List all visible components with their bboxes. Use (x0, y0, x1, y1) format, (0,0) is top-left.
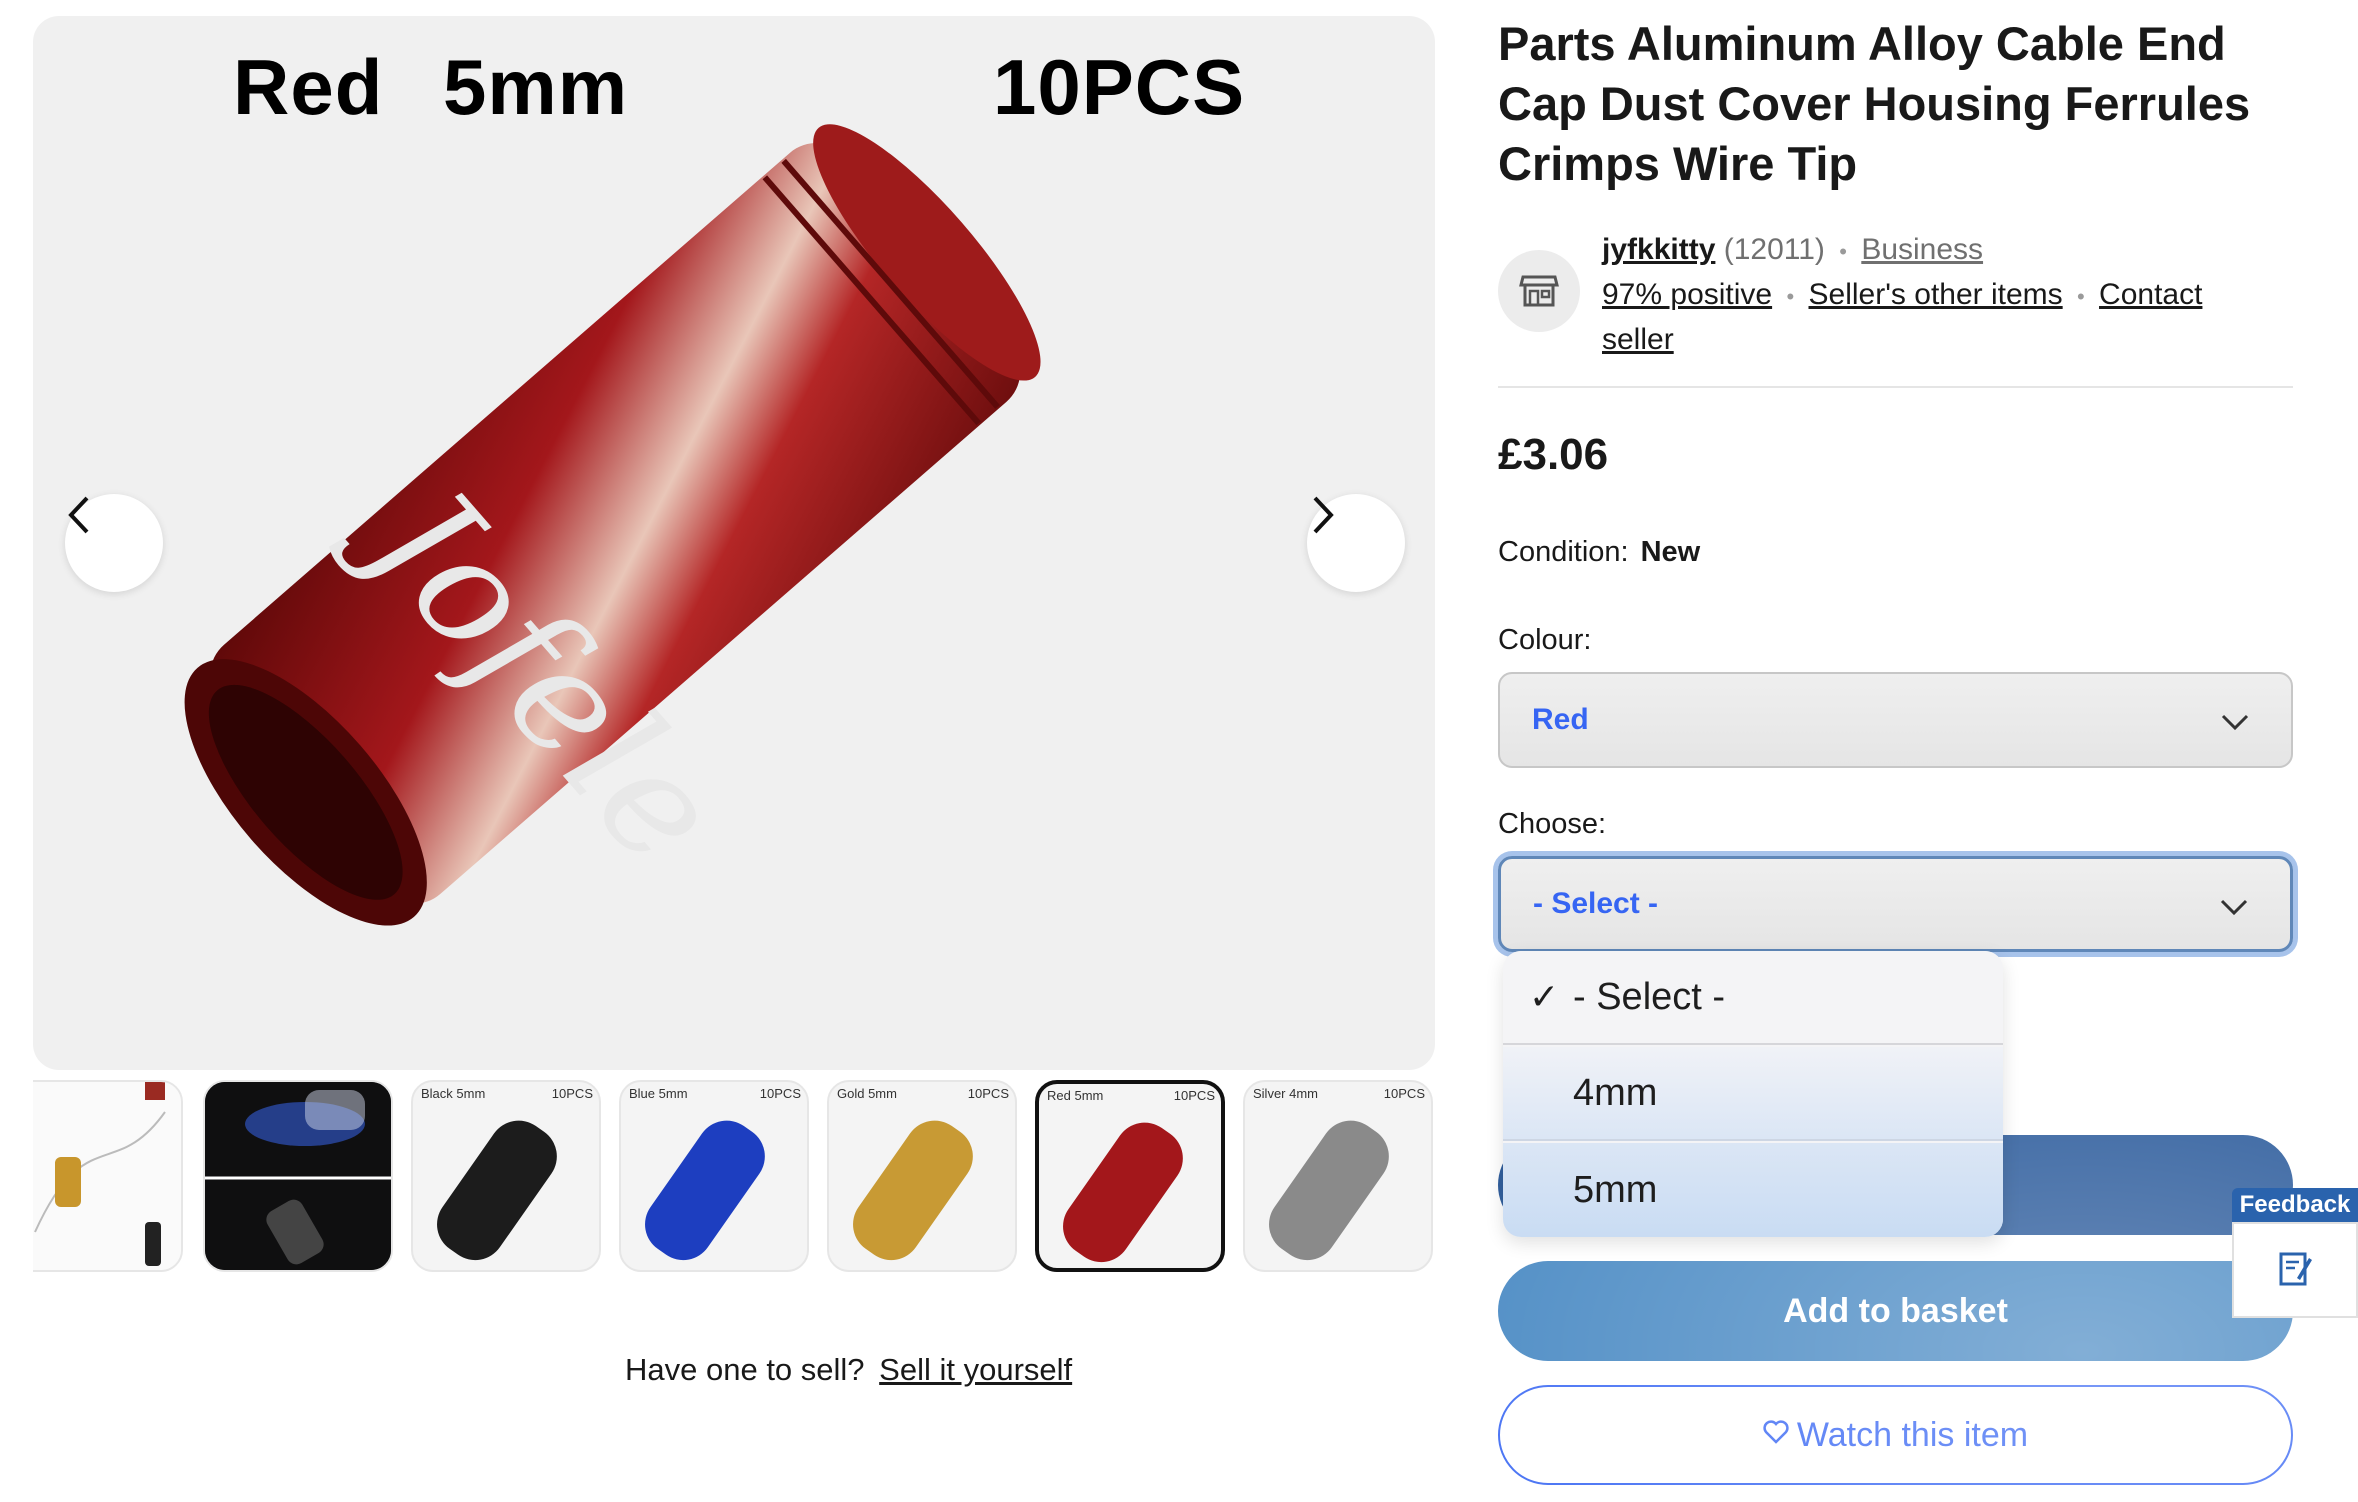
colour-select[interactable]: Red (1498, 672, 2293, 768)
positive-feedback-link[interactable]: 97% positive (1602, 278, 1772, 311)
feedback-label: Feedback (2232, 1188, 2358, 1222)
dropdown-option-4mm[interactable]: 4mm (1503, 1047, 2003, 1141)
heart-icon (1763, 1418, 1789, 1452)
colour-select-value: Red (1532, 703, 1589, 736)
separator-dot: • (2077, 284, 2085, 309)
contact-seller-link-continued[interactable]: seller (1602, 323, 1674, 356)
sell-prompt-text: Have one to sell? (625, 1352, 865, 1387)
thumbnail-4[interactable]: Blue 5mm 10PCS (619, 1080, 809, 1272)
contact-seller-link[interactable]: Contact (2099, 278, 2202, 311)
image-count-text: 10PCS (993, 43, 1246, 131)
business-seller-link[interactable]: Business (1861, 233, 1983, 266)
thumbnail-4-count: 10PCS (759, 1086, 801, 1101)
listing-title: Parts Aluminum Alloy Cable End Cap Dust … (1498, 17, 2251, 190)
feedback-tab[interactable]: Feedback (2232, 1188, 2358, 1318)
dropdown-option-select[interactable]: ✓ - Select - (1503, 951, 2003, 1045)
divider (1498, 386, 2293, 388)
image-size-text: 5mm (443, 43, 629, 131)
thumbnail-6-count: 10PCS (1173, 1088, 1215, 1103)
red-cap-image (1063, 1122, 1183, 1263)
choose-select-value: - Select - (1533, 887, 1659, 920)
thumbnail-7[interactable]: Silver 4mm 10PCS (1243, 1080, 1433, 1272)
colour-label: Colour: (1498, 624, 1592, 656)
cable-end-cap-illustration: Jofele (184, 124, 1041, 926)
chevron-down-icon (2219, 706, 2251, 743)
dropdown-option-5mm[interactable]: 5mm (1503, 1143, 2003, 1237)
thumbnail-7-count: 10PCS (1383, 1086, 1425, 1101)
watch-item-button[interactable]: Watch this item (1498, 1385, 2293, 1485)
seller-feedback-count: (12011) (1723, 233, 1825, 266)
thumbnail-6-selected[interactable]: Red 5mm 10PCS (1035, 1080, 1225, 1272)
sellers-other-items-link[interactable]: Seller's other items (1809, 278, 2063, 311)
image-colour-text: Red (233, 43, 384, 131)
black-cap-image (437, 1120, 557, 1261)
store-icon (1517, 267, 1561, 316)
thumbnail-3-label: Black 5mm (421, 1086, 486, 1101)
watch-item-label: Watch this item (1796, 1415, 2029, 1454)
main-product-image[interactable]: Jofele Red 5mm 10PCS (33, 16, 1435, 1070)
checkmark-icon: ✓ (1529, 976, 1560, 1017)
silver-cap-image (1269, 1120, 1389, 1261)
choose-label: Choose: (1498, 808, 1607, 840)
blue-cap-image (645, 1120, 765, 1261)
chevron-down-icon (2218, 891, 2250, 928)
sell-prompt: Have one to sell? Sell it yourself (625, 1352, 1072, 1388)
thumbnail-4-label: Blue 5mm (629, 1086, 688, 1101)
condition-value: New (1640, 536, 1701, 568)
thumbnail-2-image (205, 1082, 391, 1270)
thumbnail-6-label: Red 5mm (1047, 1088, 1104, 1103)
option-label: 4mm (1573, 1071, 1658, 1114)
next-image-button[interactable] (1307, 494, 1405, 592)
thumbnail-5[interactable]: Gold 5mm 10PCS (827, 1080, 1017, 1272)
thumbnail-7-label: Silver 4mm (1253, 1086, 1319, 1101)
feedback-button[interactable] (2232, 1222, 2358, 1318)
size-dropdown-list: ✓ - Select - 4mm 5mm (1503, 951, 2003, 1237)
seller-info: jyfkkitty (12011) • Business 97% positiv… (1602, 228, 2222, 361)
thumbnail-1[interactable] (33, 1080, 183, 1272)
gold-cap-image (853, 1120, 973, 1261)
thumbnail-3[interactable]: Black 5mm 10PCS (411, 1080, 601, 1272)
choose-size-select[interactable]: - Select - (1498, 856, 2293, 952)
sell-it-yourself-link[interactable]: Sell it yourself (879, 1352, 1072, 1387)
add-to-basket-button[interactable]: Add to basket (1498, 1261, 2293, 1361)
feedback-edit-icon (2277, 1248, 2313, 1293)
condition-label: Condition: (1498, 536, 1629, 568)
condition: Condition: New (1498, 536, 1700, 569)
thumbnail-1-image (33, 1082, 181, 1270)
thumbnail-2[interactable] (203, 1080, 393, 1272)
price: £3.06 (1498, 430, 1609, 479)
seller-avatar[interactable] (1498, 250, 1580, 332)
thumbnail-5-count: 10PCS (967, 1086, 1009, 1101)
thumbnail-3-count: 10PCS (551, 1086, 593, 1101)
separator-dot: • (1786, 284, 1795, 309)
thumbnail-5-label: Gold 5mm (837, 1086, 897, 1101)
previous-image-button[interactable] (65, 494, 163, 592)
option-label: - Select - (1573, 975, 1726, 1018)
thumbnail-strip: Black 5mm 10PCS Blue 5mm 10PCS Gold 5mm … (33, 1080, 1435, 1272)
option-label: 5mm (1573, 1168, 1658, 1211)
seller-name-link[interactable]: jyfkkitty (1602, 233, 1715, 266)
separator-dot: • (1839, 239, 1847, 264)
